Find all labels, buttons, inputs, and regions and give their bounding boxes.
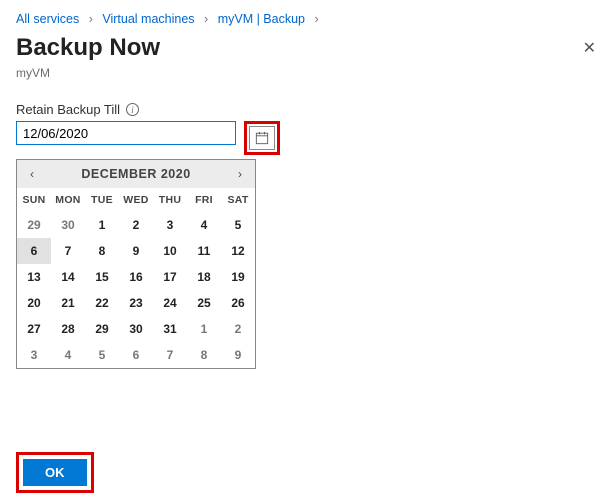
breadcrumb-item[interactable]: All services: [16, 12, 79, 26]
calendar-day[interactable]: 4: [187, 212, 221, 238]
calendar-day[interactable]: 9: [221, 342, 255, 368]
calendar-day[interactable]: 18: [187, 264, 221, 290]
calendar-dow: WED: [119, 188, 153, 212]
chevron-right-icon: ›: [314, 12, 318, 26]
calendar-dow: THU: [153, 188, 187, 212]
calendar-day[interactable]: 4: [51, 342, 85, 368]
calendar-icon: [255, 131, 269, 145]
calendar-day[interactable]: 20: [17, 290, 51, 316]
ok-button[interactable]: OK: [23, 459, 87, 486]
chevron-right-icon: ›: [204, 12, 208, 26]
calendar-day[interactable]: 8: [187, 342, 221, 368]
calendar-day[interactable]: 19: [221, 264, 255, 290]
calendar-day[interactable]: 21: [51, 290, 85, 316]
calendar-dow: FRI: [187, 188, 221, 212]
calendar-day[interactable]: 29: [17, 212, 51, 238]
calendar-day[interactable]: 3: [17, 342, 51, 368]
breadcrumb: All services › Virtual machines › myVM |…: [16, 12, 596, 26]
calendar-day[interactable]: 2: [119, 212, 153, 238]
calendar-day[interactable]: 31: [153, 316, 187, 342]
calendar-day[interactable]: 23: [119, 290, 153, 316]
calendar-day[interactable]: 2: [221, 316, 255, 342]
calendar-day[interactable]: 5: [85, 342, 119, 368]
highlight-box: OK: [16, 452, 94, 493]
calendar-day[interactable]: 10: [153, 238, 187, 264]
calendar-day[interactable]: 5: [221, 212, 255, 238]
next-month-button[interactable]: ›: [231, 165, 249, 183]
calendar-dow: TUE: [85, 188, 119, 212]
calendar-day[interactable]: 17: [153, 264, 187, 290]
info-icon[interactable]: i: [126, 103, 139, 116]
page-subtitle: myVM: [16, 66, 596, 80]
highlight-box: [244, 121, 280, 155]
chevron-right-icon: ›: [89, 12, 93, 26]
retain-backup-till-input[interactable]: [16, 121, 236, 145]
calendar-day[interactable]: 8: [85, 238, 119, 264]
calendar-day[interactable]: 7: [51, 238, 85, 264]
calendar-day[interactable]: 1: [187, 316, 221, 342]
calendar-popup: ‹ DECEMBER 2020 › SUNMONTUEWEDTHUFRISAT …: [16, 159, 256, 369]
breadcrumb-item[interactable]: myVM | Backup: [218, 12, 305, 26]
field-label: Retain Backup Till: [16, 102, 120, 117]
calendar-day[interactable]: 13: [17, 264, 51, 290]
calendar-day[interactable]: 6: [17, 238, 51, 264]
calendar-day[interactable]: 6: [119, 342, 153, 368]
calendar-day[interactable]: 9: [119, 238, 153, 264]
calendar-day[interactable]: 12: [221, 238, 255, 264]
calendar-day[interactable]: 26: [221, 290, 255, 316]
page-title: Backup Now: [16, 34, 596, 62]
calendar-day[interactable]: 16: [119, 264, 153, 290]
calendar-day[interactable]: 30: [119, 316, 153, 342]
calendar-day[interactable]: 30: [51, 212, 85, 238]
calendar-day[interactable]: 15: [85, 264, 119, 290]
calendar-title[interactable]: DECEMBER 2020: [81, 167, 190, 181]
calendar-day[interactable]: 11: [187, 238, 221, 264]
prev-month-button[interactable]: ‹: [23, 165, 41, 183]
calendar-day[interactable]: 28: [51, 316, 85, 342]
calendar-dow: SAT: [221, 188, 255, 212]
calendar-day[interactable]: 24: [153, 290, 187, 316]
breadcrumb-item[interactable]: Virtual machines: [102, 12, 194, 26]
calendar-day[interactable]: 29: [85, 316, 119, 342]
calendar-day[interactable]: 1: [85, 212, 119, 238]
calendar-dow: SUN: [17, 188, 51, 212]
close-button[interactable]: ✕: [583, 38, 596, 58]
calendar-button[interactable]: [249, 126, 275, 150]
calendar-day[interactable]: 7: [153, 342, 187, 368]
calendar-dow: MON: [51, 188, 85, 212]
calendar-day[interactable]: 27: [17, 316, 51, 342]
calendar-day[interactable]: 22: [85, 290, 119, 316]
calendar-day[interactable]: 3: [153, 212, 187, 238]
calendar-day[interactable]: 25: [187, 290, 221, 316]
calendar-day[interactable]: 14: [51, 264, 85, 290]
